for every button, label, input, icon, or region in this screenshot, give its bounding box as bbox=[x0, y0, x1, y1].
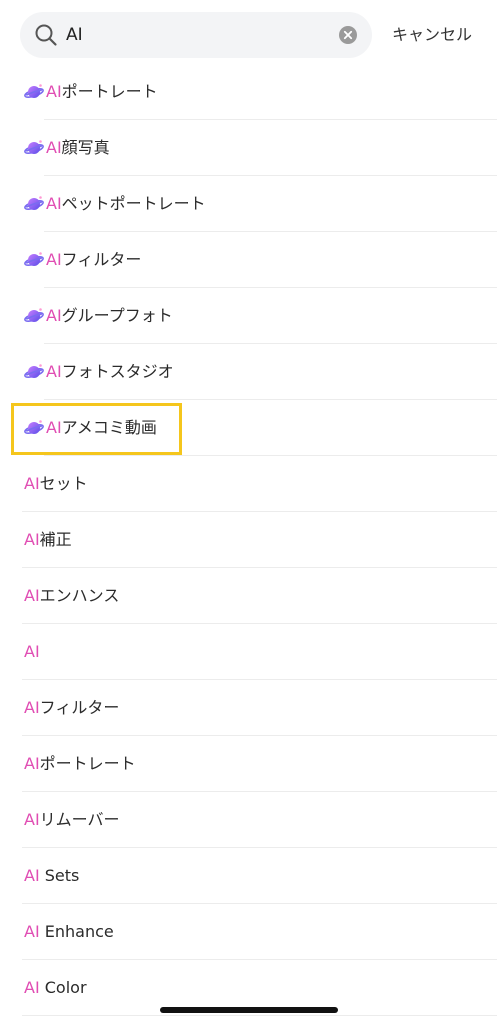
ai-prefix: AI bbox=[46, 418, 62, 437]
ai-prefix: AI bbox=[24, 810, 40, 829]
result-text: フィルター bbox=[61, 250, 142, 269]
result-label: AIリムーバー bbox=[24, 792, 120, 848]
planet-icon bbox=[24, 420, 44, 435]
search-result-item[interactable]: AIペットポートレート bbox=[0, 176, 497, 232]
result-label: AI Enhance bbox=[24, 904, 114, 960]
result-text: アメコミ動画 bbox=[61, 418, 157, 437]
result-label: AIエンハンス bbox=[24, 568, 119, 624]
result-text: フィルター bbox=[39, 698, 120, 717]
result-label: AIポートレート bbox=[24, 736, 136, 792]
result-label: AIセット bbox=[24, 456, 88, 512]
search-result-item[interactable]: AIポートレート bbox=[0, 736, 497, 792]
search-result-item[interactable]: AIグループフォト bbox=[0, 288, 497, 344]
result-label: AI Sets bbox=[24, 848, 79, 904]
ai-prefix: AI bbox=[24, 530, 40, 549]
ai-prefix: AI bbox=[24, 474, 40, 493]
search-result-item[interactable]: AIフォトスタジオ bbox=[0, 344, 497, 400]
result-text: Color bbox=[39, 978, 87, 997]
planet-icon bbox=[24, 308, 44, 323]
ai-prefix: AI bbox=[24, 642, 40, 661]
search-result-item[interactable]: AIセット bbox=[0, 456, 497, 512]
result-text: Sets bbox=[39, 866, 80, 885]
search-icon bbox=[35, 24, 57, 46]
planet-icon bbox=[24, 84, 44, 99]
result-text: 補正 bbox=[39, 530, 72, 549]
ai-prefix: AI bbox=[24, 978, 40, 997]
ai-prefix: AI bbox=[46, 362, 62, 381]
ai-prefix: AI bbox=[46, 82, 62, 101]
result-text: エンハンス bbox=[39, 586, 120, 605]
search-result-item[interactable]: AIエンハンス bbox=[0, 568, 497, 624]
result-text: ポートレート bbox=[61, 82, 158, 101]
home-indicator bbox=[160, 1007, 338, 1013]
search-result-item[interactable]: AI bbox=[0, 624, 497, 680]
search-bar: キャンセル bbox=[0, 0, 497, 72]
search-result-item[interactable]: AI Sets bbox=[0, 848, 497, 904]
search-result-item[interactable]: AIフィルター bbox=[0, 232, 497, 288]
result-text: フォトスタジオ bbox=[61, 362, 174, 381]
search-field[interactable] bbox=[20, 12, 372, 58]
result-label: AI Color bbox=[24, 960, 87, 1016]
ai-prefix: AI bbox=[24, 754, 40, 773]
ai-prefix: AI bbox=[46, 138, 62, 157]
ai-prefix: AI bbox=[46, 194, 62, 213]
result-text: ペットポートレート bbox=[61, 194, 206, 213]
result-text: Enhance bbox=[39, 922, 114, 941]
ai-prefix: AI bbox=[24, 698, 40, 717]
planet-icon bbox=[24, 140, 44, 155]
search-result-item[interactable]: AIフィルター bbox=[0, 680, 497, 736]
search-result-item[interactable]: AIリムーバー bbox=[0, 792, 497, 848]
ai-prefix: AI bbox=[24, 586, 40, 605]
planet-icon bbox=[24, 252, 44, 267]
planet-icon bbox=[24, 196, 44, 211]
search-results-list: AIポートレート AI顔写真 AIペットポートレート AIフィルター AIグループフォト… bbox=[0, 64, 497, 1016]
ai-prefix: AI bbox=[24, 922, 40, 941]
ai-prefix: AI bbox=[46, 250, 62, 269]
divider bbox=[22, 1015, 497, 1016]
search-result-item[interactable]: AI補正 bbox=[0, 512, 497, 568]
planet-icon bbox=[24, 364, 44, 379]
search-result-item[interactable]: AIアメコミ動画 bbox=[0, 400, 497, 456]
search-result-item[interactable]: AI Enhance bbox=[0, 904, 497, 960]
search-result-item[interactable]: AIポートレート bbox=[0, 64, 497, 120]
result-label: AI bbox=[24, 624, 40, 680]
result-label: AIフィルター bbox=[24, 680, 119, 736]
result-text: ポートレート bbox=[39, 754, 136, 773]
result-text: セット bbox=[39, 474, 88, 493]
result-text: グループフォト bbox=[61, 306, 173, 325]
result-text: 顔写真 bbox=[61, 138, 110, 157]
search-result-item[interactable]: AI顔写真 bbox=[0, 120, 497, 176]
ai-prefix: AI bbox=[46, 306, 62, 325]
result-label: AI補正 bbox=[24, 512, 72, 568]
result-text: リムーバー bbox=[39, 810, 120, 829]
ai-prefix: AI bbox=[24, 866, 40, 885]
cancel-button[interactable]: キャンセル bbox=[392, 12, 472, 58]
search-input[interactable] bbox=[66, 12, 336, 58]
clear-icon[interactable] bbox=[339, 26, 357, 44]
